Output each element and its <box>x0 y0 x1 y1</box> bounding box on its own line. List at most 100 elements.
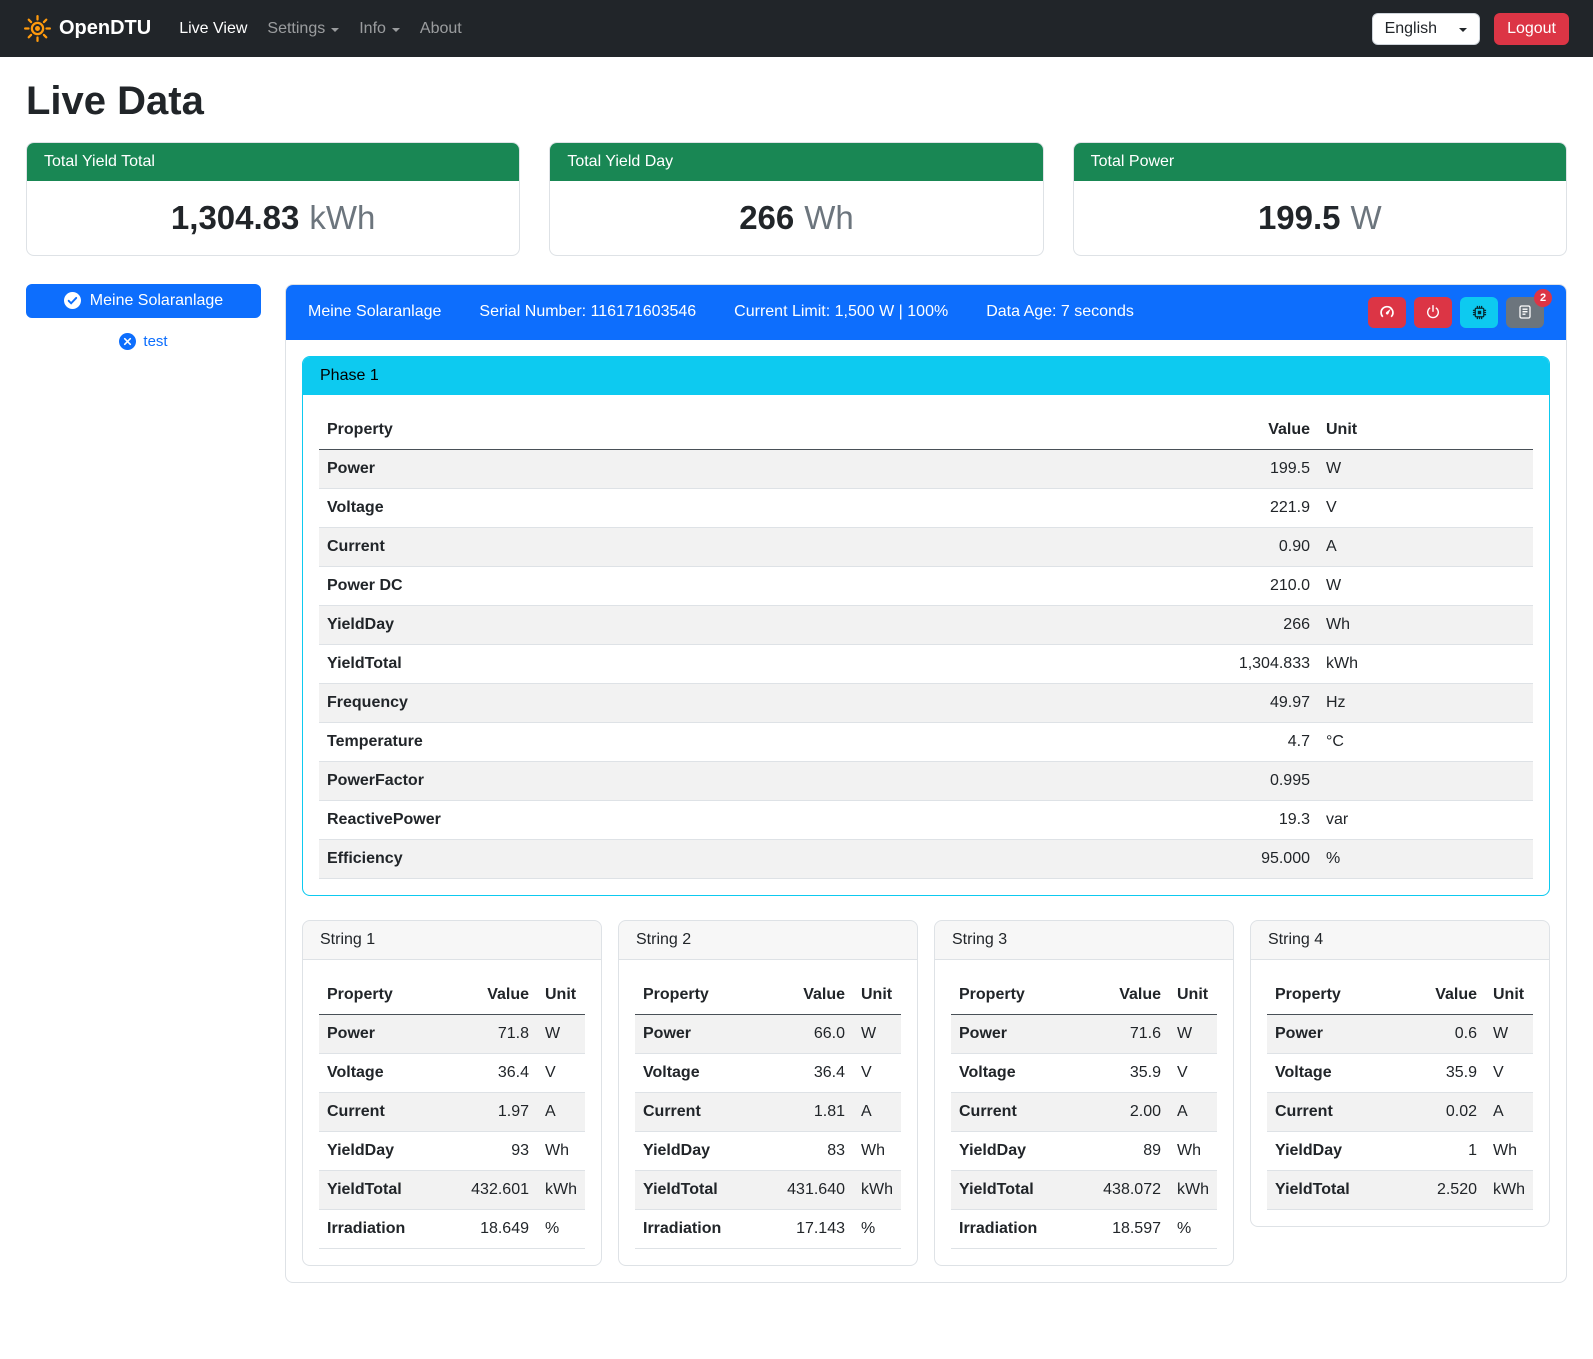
table-row: Efficiency95.000% <box>319 839 1533 878</box>
string-1-table: Property Value Unit Power71.8WVoltage36.… <box>319 976 585 1249</box>
string-title: String 4 <box>1251 921 1549 960</box>
col-property: Property <box>319 411 1193 450</box>
table-row: PowerFactor0.995 <box>319 761 1533 800</box>
page-title: Live Data <box>26 79 1567 124</box>
table-row: Current0.90A <box>319 527 1533 566</box>
gauge-icon <box>1378 303 1396 321</box>
table-row: Temperature4.7°C <box>319 722 1533 761</box>
string-4-card: String 4 Property Value Unit <box>1250 920 1550 1227</box>
language-select[interactable]: English <box>1372 13 1480 45</box>
table-row: Current0.02A <box>1267 1092 1533 1131</box>
table-row: Irradiation17.143% <box>635 1209 901 1248</box>
device-info-button[interactable] <box>1460 297 1498 328</box>
inverter-data-age: Data Age: 7 seconds <box>986 303 1134 321</box>
table-row: Power DC210.0W <box>319 566 1533 605</box>
brand-link[interactable]: OpenDTU <box>24 15 151 42</box>
string-2-card: String 2 Property Value Unit <box>618 920 918 1266</box>
x-circle-icon <box>119 333 136 350</box>
nav-item-about[interactable]: About <box>410 12 472 46</box>
table-row: YieldTotal2.520kWh <box>1267 1170 1533 1209</box>
journal-icon <box>1517 304 1533 320</box>
card-unit: kWh <box>309 199 375 236</box>
table-row: YieldTotal438.072kWh <box>951 1170 1217 1209</box>
total-yield-total-card: Total Yield Total 1,304.83kWh <box>26 142 520 256</box>
card-title: Total Yield Day <box>550 143 1042 181</box>
table-row: Current1.81A <box>635 1092 901 1131</box>
limit-settings-button[interactable] <box>1368 297 1406 328</box>
phase-1-card: Phase 1 Property Value Unit Power199.5WV… <box>302 356 1550 896</box>
col-unit: Unit <box>1318 411 1533 450</box>
card-title: Total Power <box>1074 143 1566 181</box>
sun-logo-icon <box>24 15 51 42</box>
nav-item-info[interactable]: Info <box>349 12 410 46</box>
table-row: Voltage35.9V <box>1267 1053 1533 1092</box>
table-row: Power199.5W <box>319 449 1533 488</box>
table-row: Power66.0W <box>635 1014 901 1053</box>
table-row: YieldDay266Wh <box>319 605 1533 644</box>
brand-name: OpenDTU <box>59 17 151 40</box>
inverter-serial: Serial Number: 116171603546 <box>479 303 696 321</box>
nav-item-settings[interactable]: Settings <box>257 12 349 46</box>
total-yield-day-card: Total Yield Day 266 Wh <box>549 142 1043 256</box>
table-row: Power71.6W <box>951 1014 1217 1053</box>
inverter-name: Meine Solaranlage <box>308 303 441 321</box>
table-row: YieldDay83Wh <box>635 1131 901 1170</box>
string-title: String 2 <box>619 921 917 960</box>
string-3-card: String 3 Property Value Unit <box>934 920 1234 1266</box>
phase-title: Phase 1 <box>303 357 1549 395</box>
card-unit: W <box>1351 199 1382 236</box>
cpu-icon <box>1471 304 1488 321</box>
strings-row: String 1 Property Value Unit <box>302 920 1550 1266</box>
card-value: 1,304.83 <box>171 199 299 236</box>
table-row: YieldTotal432.601kWh <box>319 1170 585 1209</box>
inverter-select-test[interactable]: test <box>26 333 261 350</box>
col-unit: Unit <box>853 976 901 1015</box>
check-circle-icon <box>64 292 81 309</box>
table-row: YieldDay1Wh <box>1267 1131 1533 1170</box>
table-row: Voltage221.9V <box>319 488 1533 527</box>
chevron-down-icon <box>1459 28 1467 32</box>
table-row: YieldDay93Wh <box>319 1131 585 1170</box>
nav-item-live-view[interactable]: Live View <box>169 12 257 46</box>
power-icon <box>1425 304 1441 320</box>
table-header-row: Property Value Unit <box>635 976 901 1015</box>
col-unit: Unit <box>537 976 585 1015</box>
card-value: 199.5 <box>1258 199 1341 236</box>
table-row: Voltage35.9V <box>951 1053 1217 1092</box>
card-value: 266 <box>739 199 794 236</box>
card-unit: Wh <box>804 199 854 236</box>
col-value: Value <box>1193 411 1318 450</box>
table-row: Power0.6W <box>1267 1014 1533 1053</box>
string-2-table: Property Value Unit Power66.0WVoltage36.… <box>635 976 901 1249</box>
logout-button[interactable]: Logout <box>1494 13 1569 45</box>
language-value: English <box>1385 20 1437 38</box>
event-count-badge: 2 <box>1534 289 1552 307</box>
chevron-down-icon <box>331 28 339 32</box>
table-header-row: Property Value Unit <box>951 976 1217 1015</box>
inverter-sidebar: Meine Solaranlage test <box>26 284 261 350</box>
table-header-row: Property Value Unit <box>319 411 1533 450</box>
inverter-select-meine-solaranlage[interactable]: Meine Solaranlage <box>26 284 261 318</box>
table-row: YieldTotal431.640kWh <box>635 1170 901 1209</box>
inverter-limit: Current Limit: 1,500 W | 100% <box>734 303 948 321</box>
table-header-row: Property Value Unit <box>1267 976 1533 1015</box>
col-value: Value <box>1068 976 1169 1015</box>
col-value: Value <box>1384 976 1485 1015</box>
col-property: Property <box>635 976 752 1015</box>
event-log-button[interactable]: 2 <box>1506 297 1544 328</box>
total-power-card: Total Power 199.5 W <box>1073 142 1567 256</box>
col-unit: Unit <box>1485 976 1533 1015</box>
table-row: Power71.8W <box>319 1014 585 1053</box>
table-row: ReactivePower19.3var <box>319 800 1533 839</box>
power-button[interactable] <box>1414 297 1452 328</box>
summary-cards-row: Total Yield Total 1,304.83kWh Total Yiel… <box>26 142 1567 256</box>
string-1-card: String 1 Property Value Unit <box>302 920 602 1266</box>
table-row: YieldTotal1,304.833kWh <box>319 644 1533 683</box>
col-unit: Unit <box>1169 976 1217 1015</box>
inverter-card-header: Meine Solaranlage Serial Number: 1161716… <box>286 285 1566 340</box>
string-title: String 1 <box>303 921 601 960</box>
table-row: Current2.00A <box>951 1092 1217 1131</box>
table-row: Voltage36.4V <box>319 1053 585 1092</box>
col-property: Property <box>1267 976 1384 1015</box>
table-row: Irradiation18.649% <box>319 1209 585 1248</box>
